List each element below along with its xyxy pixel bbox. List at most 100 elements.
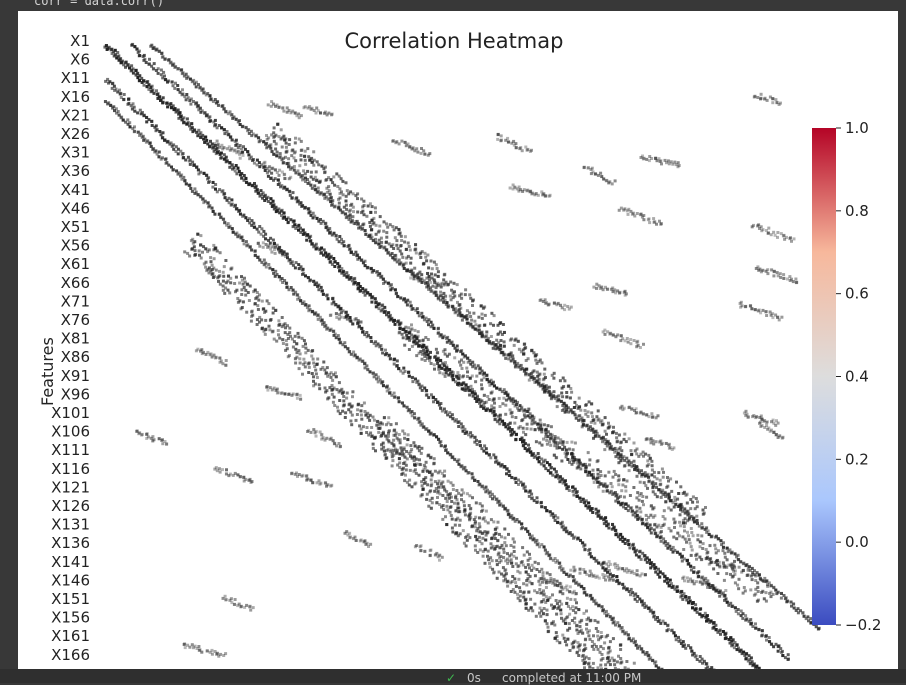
heatmap-cell-annotation xyxy=(511,411,514,414)
heatmap-cell-annotation xyxy=(434,273,437,276)
heatmap-cell-annotation xyxy=(427,338,430,341)
heatmap-cell-annotation xyxy=(705,526,708,529)
heatmap-cell-annotation xyxy=(587,451,590,454)
heatmap-cell-annotation xyxy=(411,485,414,488)
heatmap-cell-annotation xyxy=(476,551,479,554)
heatmap-cell-annotation xyxy=(457,309,460,312)
heatmap-cell-annotation xyxy=(401,468,404,471)
heatmap-cell-annotation xyxy=(392,247,395,250)
heatmap-cell-annotation xyxy=(272,312,275,315)
heatmap-cell-annotation xyxy=(254,297,257,300)
heatmap-cell-annotation xyxy=(609,615,612,618)
heatmap-cell-annotation xyxy=(468,311,471,314)
heatmap-cell-annotation xyxy=(313,184,316,187)
heatmap-cell-annotation xyxy=(380,245,383,248)
heatmap-cell-annotation xyxy=(713,621,716,624)
heatmap-cell-annotation xyxy=(424,428,427,431)
heatmap-cell-annotation xyxy=(573,411,576,414)
heatmap-cell-annotation xyxy=(386,385,389,388)
heatmap-cell-annotation xyxy=(186,117,189,120)
heatmap-cell-annotation xyxy=(651,473,654,476)
heatmap-cell-annotation xyxy=(437,275,440,278)
heatmap-cell-annotation xyxy=(458,524,461,527)
heatmap-cell-annotation xyxy=(765,634,768,637)
heatmap-cell-annotation xyxy=(625,440,628,443)
heatmap-cell-annotation xyxy=(777,591,780,594)
heatmap-cell-annotation xyxy=(291,338,294,341)
heatmap-cell-annotation xyxy=(352,210,355,213)
heatmap-cell-annotation xyxy=(214,148,217,151)
heatmap-cell-annotation xyxy=(723,552,726,555)
heatmap-cell-annotation xyxy=(430,321,433,324)
heatmap-cell-annotation xyxy=(300,140,303,143)
heatmap-cell-annotation xyxy=(396,359,399,362)
heatmap-cell-annotation xyxy=(237,167,240,170)
heatmap-cell-annotation xyxy=(193,240,196,243)
heatmap-cell-annotation xyxy=(640,558,643,561)
heatmap-cell-annotation xyxy=(268,325,271,328)
heatmap-cell-annotation xyxy=(155,89,158,92)
heatmap-cell-annotation xyxy=(583,548,586,551)
heatmap-cell-annotation xyxy=(355,419,358,422)
heatmap-cell-annotation xyxy=(516,593,519,596)
heatmap-cell-annotation xyxy=(668,497,671,500)
heatmap-cell-annotation xyxy=(115,88,118,91)
heatmap-cell-annotation xyxy=(627,543,630,546)
heatmap-cell-annotation xyxy=(760,578,763,581)
heatmap-cell-annotation xyxy=(498,561,501,564)
heatmap-cell-annotation xyxy=(214,213,217,216)
heatmap-cell-annotation xyxy=(309,210,312,213)
heatmap-cell-annotation xyxy=(462,361,465,364)
heatmap-cell-annotation xyxy=(435,291,438,294)
heatmap-cell-annotation xyxy=(291,149,294,152)
heatmap-cell-annotation xyxy=(316,376,319,379)
heatmap-cell-annotation xyxy=(404,235,407,238)
heatmap-cell-annotation xyxy=(645,496,648,499)
heatmap-cell-annotation xyxy=(295,342,298,345)
heatmap-cell-annotation xyxy=(517,409,520,412)
heatmap-cell-annotation xyxy=(316,314,319,317)
heatmap-cell-annotation xyxy=(523,370,526,373)
heatmap-cell-annotation xyxy=(296,169,299,172)
heatmap-cell-annotation xyxy=(285,142,288,145)
heatmap-cell-annotation xyxy=(737,647,740,650)
heatmap-cell-annotation xyxy=(211,268,214,271)
heatmap-cell-annotation xyxy=(662,471,665,474)
heatmap-cell-annotation xyxy=(692,495,695,498)
heatmap-cell-annotation xyxy=(548,386,551,389)
heatmap-cell-annotation xyxy=(648,658,651,661)
heatmap-cell-annotation xyxy=(459,312,462,315)
heatmap-cell-annotation xyxy=(727,604,730,607)
heatmap-cell-annotation xyxy=(751,664,754,667)
heatmap-cell-annotation xyxy=(624,464,627,467)
heatmap-cell-annotation xyxy=(488,384,491,387)
heatmap-cell-annotation xyxy=(547,424,550,427)
heatmap-cell-annotation xyxy=(277,324,280,327)
heatmap-cell-annotation xyxy=(456,376,459,379)
heatmap-cell-annotation xyxy=(188,255,191,258)
heatmap-cell-annotation xyxy=(198,133,201,136)
heatmap-cell-annotation xyxy=(747,569,750,572)
heatmap-cell-annotation xyxy=(304,343,307,346)
heatmap-cell-annotation xyxy=(591,511,594,514)
heatmap-cell-annotation xyxy=(366,267,369,270)
heatmap-cell-annotation xyxy=(224,259,227,262)
heatmap-cell-annotation xyxy=(589,552,592,555)
heatmap-cell-annotation xyxy=(567,485,570,488)
heatmap-cell-annotation xyxy=(284,156,287,159)
heatmap-cell-annotation xyxy=(393,392,396,395)
heatmap-cell-annotation xyxy=(312,375,315,378)
heatmap-cell-annotation xyxy=(584,409,587,412)
heatmap-cell-annotation xyxy=(716,572,719,575)
heatmap-cell-annotation xyxy=(410,328,413,331)
heatmap-cell-annotation xyxy=(498,419,501,422)
heatmap-cell-annotation xyxy=(663,509,666,512)
heatmap-cell-annotation xyxy=(373,437,376,440)
heatmap-cell-annotation xyxy=(482,450,485,453)
heatmap-cell-annotation xyxy=(660,540,663,543)
heatmap-cell-annotation xyxy=(536,496,539,499)
heatmap-cell-annotation xyxy=(663,493,666,496)
heatmap-cell-annotation xyxy=(130,44,133,47)
heatmap-cell-annotation xyxy=(590,403,593,406)
heatmap-cell-annotation xyxy=(531,535,534,538)
